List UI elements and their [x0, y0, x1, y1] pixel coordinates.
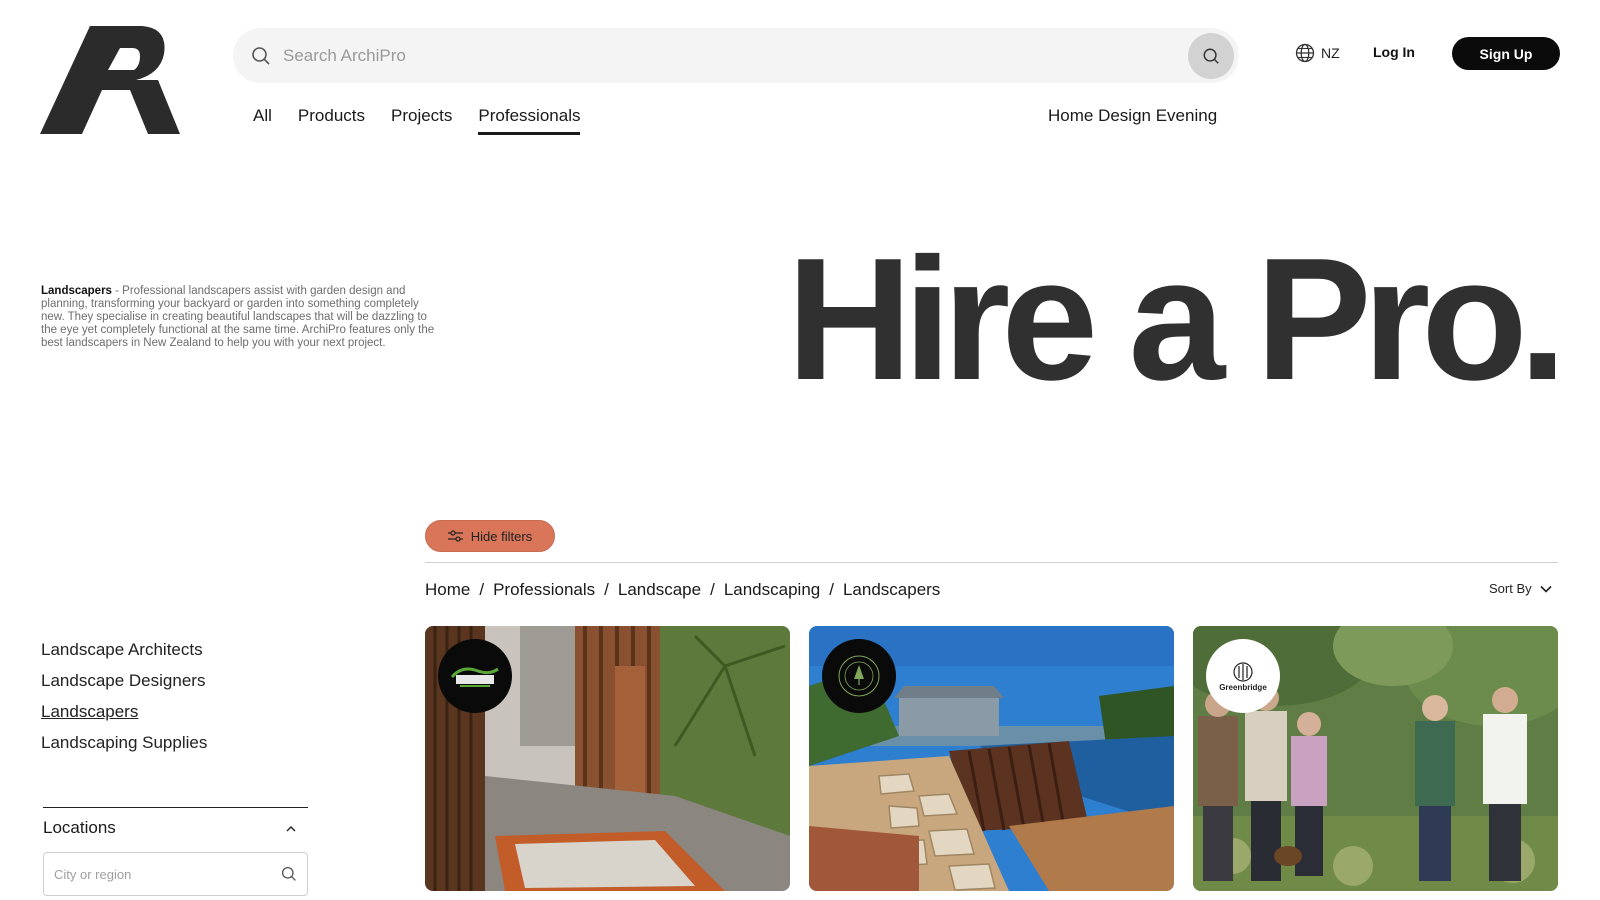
- breadcrumb-landscape[interactable]: Landscape: [618, 580, 701, 600]
- category-description: Landscapers - Professional landscapers a…: [41, 285, 441, 350]
- nav-tab-professionals[interactable]: Professionals: [478, 106, 581, 135]
- breadcrumb-home[interactable]: Home: [425, 580, 470, 600]
- hero-title: Hire a Pro.: [786, 221, 1567, 416]
- sort-by-dropdown[interactable]: Sort By: [1489, 581, 1552, 596]
- globe-icon: [1295, 43, 1315, 63]
- region-selector[interactable]: NZ: [1295, 43, 1340, 63]
- search-icon: [1203, 48, 1219, 64]
- archipro-logo-icon[interactable]: [40, 26, 180, 134]
- chevron-up-icon: [286, 825, 296, 831]
- chevron-down-icon: [1540, 585, 1552, 593]
- breadcrumb: Home / Professionals / Landscape / Landscap…: [425, 580, 940, 600]
- locations-filter: Locations: [43, 807, 308, 896]
- category-list: Landscape Architects Landscape Designers…: [41, 640, 207, 764]
- search-icon: [252, 46, 270, 65]
- breadcrumb-landscaping[interactable]: Landscaping: [724, 580, 820, 600]
- location-search-box: [43, 852, 308, 896]
- professional-card-1[interactable]: [425, 626, 790, 891]
- divider: [425, 562, 1558, 563]
- hide-filters-label: Hide filters: [470, 528, 533, 544]
- locations-title: Locations: [43, 818, 116, 837]
- breadcrumb-separator: /: [479, 580, 485, 599]
- sliders-icon: [447, 530, 463, 542]
- breadcrumb-landscapers[interactable]: Landscapers: [843, 580, 940, 600]
- location-input[interactable]: [54, 866, 281, 882]
- home-design-evening-link[interactable]: Home Design Evening: [1048, 106, 1217, 126]
- breadcrumb-separator: /: [829, 580, 834, 599]
- greenbridge-logo-text: Greenbridge: [1219, 682, 1267, 692]
- hide-filters-button[interactable]: Hide filters: [425, 520, 555, 552]
- search-bar: [233, 28, 1239, 83]
- circular-emblem-logo-icon: [822, 639, 896, 713]
- login-link[interactable]: Log In: [1373, 44, 1415, 60]
- nav-tab-all[interactable]: All: [253, 106, 272, 135]
- category-landscape-architects[interactable]: Landscape Architects: [41, 640, 207, 671]
- main-nav: All Products Projects Professionals: [253, 106, 581, 135]
- gecko-logo-icon: [438, 639, 512, 713]
- category-landscaping-supplies[interactable]: Landscaping Supplies: [41, 733, 207, 764]
- breadcrumb-separator: /: [604, 580, 609, 599]
- search-icon[interactable]: [281, 866, 297, 882]
- region-label: NZ: [1321, 45, 1340, 61]
- professional-card-2[interactable]: [809, 626, 1174, 891]
- greenbridge-logo-icon: Greenbridge: [1206, 639, 1280, 713]
- sort-by-label: Sort By: [1489, 581, 1532, 596]
- nav-tab-products[interactable]: Products: [298, 106, 365, 135]
- search-submit-button[interactable]: [1188, 32, 1234, 79]
- category-term: Landscapers: [41, 285, 112, 297]
- breadcrumb-separator: /: [710, 580, 715, 599]
- professional-card-3[interactable]: Greenbridge: [1193, 626, 1558, 891]
- locations-toggle[interactable]: Locations: [43, 808, 308, 848]
- signup-button[interactable]: Sign Up: [1452, 37, 1560, 70]
- search-input[interactable]: [283, 45, 1188, 66]
- category-landscapers[interactable]: Landscapers: [41, 702, 207, 733]
- category-landscape-designers[interactable]: Landscape Designers: [41, 671, 207, 702]
- nav-tab-projects[interactable]: Projects: [391, 106, 452, 135]
- breadcrumb-professionals[interactable]: Professionals: [493, 580, 595, 600]
